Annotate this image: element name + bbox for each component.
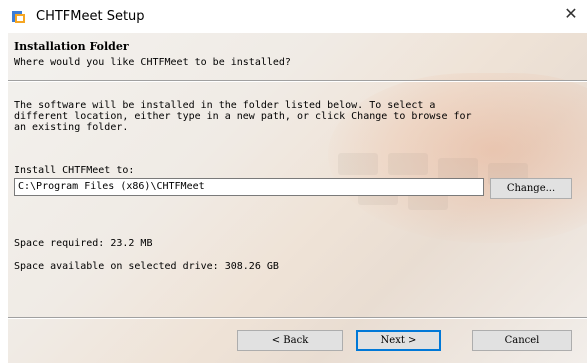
description-line: an existing folder. bbox=[14, 122, 129, 133]
next-button[interactable]: Next > bbox=[356, 330, 441, 351]
install-location-label: Install CHTFMeet to: bbox=[14, 165, 135, 176]
install-path-field[interactable]: C:\Program Files (x86)\CHTFMeet bbox=[14, 178, 484, 196]
header-panel: Installation Folder Where would you like… bbox=[8, 33, 587, 79]
description-line: The software will be installed in the fo… bbox=[14, 100, 436, 111]
setup-installer-icon bbox=[11, 9, 27, 25]
window-title: CHTFMeet Setup bbox=[36, 9, 145, 24]
dialog-body: Installation Folder Where would you like… bbox=[8, 33, 587, 363]
close-icon[interactable]: ✕ bbox=[555, 0, 587, 33]
space-available-text: Space available on selected drive: 308.2… bbox=[14, 261, 279, 272]
header-divider bbox=[8, 80, 587, 82]
description-text: The software will be installed in the fo… bbox=[14, 100, 579, 133]
footer-divider bbox=[8, 317, 587, 319]
change-button[interactable]: Change... bbox=[490, 178, 572, 199]
title-bar[interactable]: CHTFMeet Setup ✕ bbox=[0, 0, 587, 33]
cancel-button[interactable]: Cancel bbox=[472, 330, 572, 351]
back-button[interactable]: < Back bbox=[237, 330, 343, 351]
setup-window: CHTFMeet Setup ✕ Installation Folder Whe… bbox=[0, 0, 587, 363]
description-line: different location, either type in a new… bbox=[14, 111, 472, 122]
page-title: Installation Folder bbox=[14, 40, 129, 53]
space-required-text: Space required: 23.2 MB bbox=[14, 238, 153, 249]
page-subtitle: Where would you like CHTFMeet to be inst… bbox=[14, 57, 291, 68]
